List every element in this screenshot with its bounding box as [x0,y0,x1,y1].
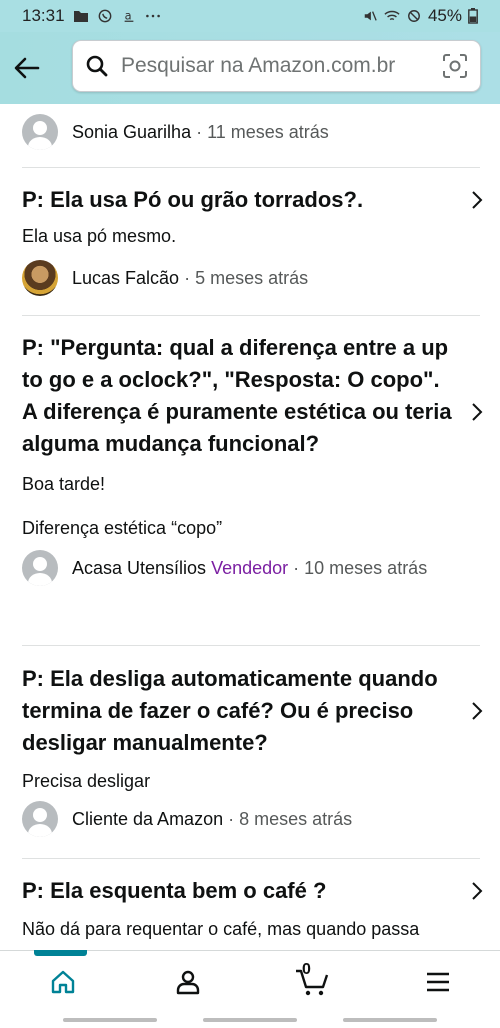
answer-text: Ela usa pó mesmo. [22,226,177,246]
author-time: 10 meses atrás [304,557,428,578]
back-button[interactable] [0,41,54,95]
chevron-right-icon[interactable] [470,701,484,721]
avatar [22,260,58,296]
status-left: 13:31 a [22,6,161,26]
chevron-right-icon[interactable] [470,881,484,901]
divider [22,167,480,168]
chevron-right-icon[interactable] [470,402,484,422]
chevron-right-icon[interactable] [470,190,484,210]
meta-separator: · [179,267,196,288]
menu-icon [426,972,449,991]
meta-separator: · [191,121,208,142]
author-time: 11 meses atrás [207,121,329,142]
qa-item[interactable]: P: "Pergunta: qual a diferença entre a u… [22,332,483,586]
svg-text:a: a [124,9,131,23]
meta-separator: · [288,557,305,578]
qa-item[interactable]: P: Ela desliga automaticamente quando te… [22,663,483,837]
back-arrow-icon [14,57,40,79]
avatar [22,801,58,837]
camera-scan-icon[interactable] [442,53,468,79]
qa-list: Sonia Guarilha · 11 meses atrás P: Ela u… [0,104,500,950]
header: Pesquisar na Amazon.com.br [0,32,500,104]
active-indicator [34,950,87,956]
avatar [22,114,58,150]
cart-icon [295,969,328,995]
divider [22,315,480,316]
question-text[interactable]: P: "Pergunta: qual a diferença entre a u… [22,332,480,460]
answer-text: Boa tarde! [22,474,106,494]
status-bar: 13:31 a 45% [0,0,500,32]
divider [22,858,480,859]
qa-item[interactable]: P: Ela usa Pó ou grão torrados?. Ela usa… [22,184,483,296]
gesture-bar [0,1012,500,1028]
search-placeholder: Pesquisar na Amazon.com.br [121,54,396,77]
author-name: Sonia Guarilha [72,121,192,142]
battery-level: 45% [427,6,462,25]
search-input[interactable]: Pesquisar na Amazon.com.br [72,40,481,92]
search-icon [86,55,108,77]
nav-home[interactable] [0,950,125,1012]
amazon-a-icon: a [124,9,133,23]
author-name: Cliente da Amazon [72,808,224,829]
question-text[interactable]: P: Ela esquenta bem o café ? [22,875,480,907]
qa-item-partial: Sonia Guarilha · 11 meses atrás [22,114,480,150]
author-row: Cliente da Amazon · 8 meses atrás [22,801,480,837]
question-text[interactable]: P: Ela usa Pó ou grão torrados?. [22,184,480,216]
status-right: 45% [362,6,478,26]
home-icon [51,970,74,993]
author-row: Acasa Utensílios Vendedor · 10 meses atr… [22,550,480,586]
battery-icon [468,8,478,24]
folder-icon [73,11,88,22]
author-name: Lucas Falcão [72,267,180,288]
author-row: Lucas Falcão · 5 meses atrás [22,260,480,296]
status-time: 13:31 [22,6,65,25]
wifi-icon [384,10,400,21]
whatsapp-icon [98,9,111,23]
question-text[interactable]: P: Ela desliga automaticamente quando te… [22,663,480,759]
answer-text: Não dá para requentar o café, mas quando… [22,919,420,939]
gesture-segment [63,1018,157,1022]
account-icon [176,970,199,994]
gesture-segment [203,1018,297,1022]
nav-account[interactable] [125,951,250,1012]
author-name: Acasa Utensílios [72,557,207,578]
author-time: 8 meses atrás [239,808,353,829]
cart-count: 0 [302,961,311,978]
vendor-badge: Vendedor [211,557,289,578]
gesture-segment [343,1018,437,1022]
bottom-nav: 0 [0,950,500,1012]
author-row: Sonia Guarilha · 11 meses atrás [22,114,480,150]
meta-separator: · [223,808,240,829]
answer-text: Precisa desligar [22,771,151,791]
nav-cart[interactable]: 0 [250,951,375,1012]
author-time: 5 meses atrás [195,267,309,288]
answer-text: Diferença estética “copo” [22,518,223,538]
more-dots-icon [145,14,160,18]
qa-item[interactable]: P: Ela esquenta bem o café ? Não dá para… [22,875,483,941]
dnd-icon [408,10,420,22]
divider [22,645,480,646]
mute-icon [364,11,377,21]
avatar [22,550,58,586]
nav-menu[interactable] [375,951,500,1012]
